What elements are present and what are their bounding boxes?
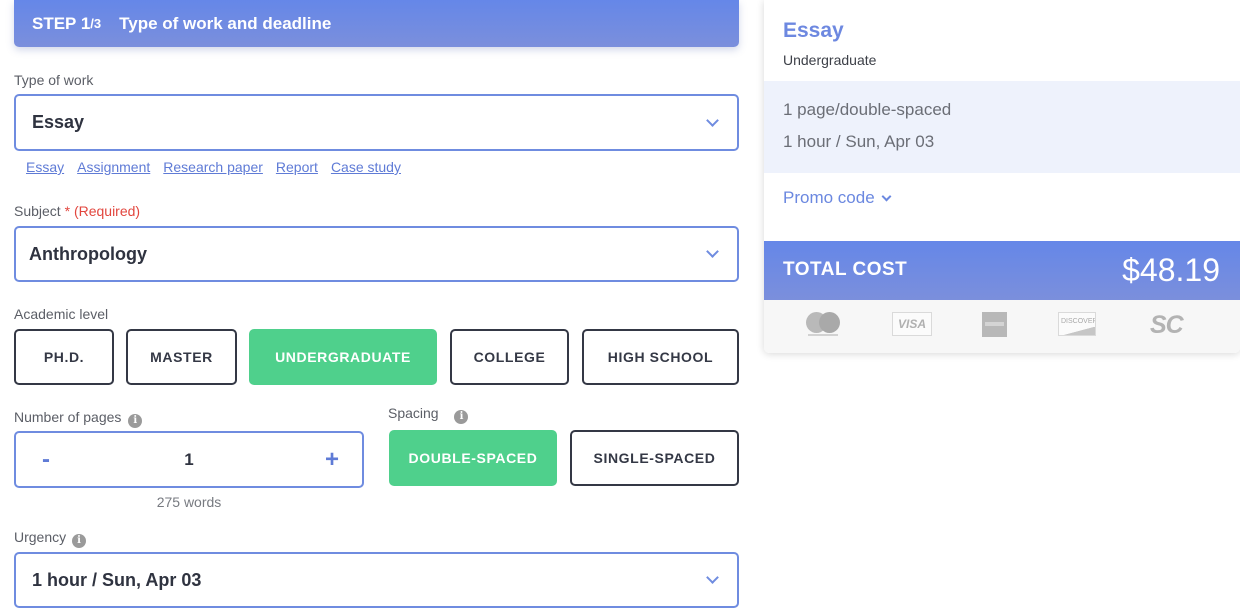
subject-label: Subject * (Required) [14, 203, 140, 219]
summary-details: 1 page/double-spaced 1 hour / Sun, Apr 0… [764, 81, 1240, 173]
quick-link-research-paper[interactable]: Research paper [163, 159, 263, 175]
quick-link-report[interactable]: Report [276, 159, 318, 175]
word-count: 275 words [156, 494, 222, 510]
info-icon[interactable]: i [128, 414, 143, 428]
level-college-button[interactable]: COLLEGE [450, 329, 569, 385]
mastercard-icon [806, 312, 840, 340]
amex-icon [982, 312, 1007, 337]
total-cost-bar: TOTAL COST $48.19 [764, 241, 1240, 300]
promo-code-toggle[interactable]: Promo code [783, 188, 892, 208]
spacing-double-button[interactable]: DOUBLE-SPACED [389, 430, 557, 486]
subject-select[interactable]: Anthropology [14, 226, 739, 282]
visa-icon: VISA [892, 312, 932, 336]
quick-link-case-study[interactable]: Case study [331, 159, 401, 175]
order-page: STEP 1 /3 Type of work and deadline Type… [0, 0, 1240, 613]
urgency-label-text: Urgency [14, 529, 67, 545]
subject-label-text: Subject [14, 203, 61, 219]
spacing-label: Spacing i [388, 405, 469, 424]
type-of-work-label: Type of work [14, 72, 94, 88]
urgency-value: 1 hour / Sun, Apr 03 [32, 569, 202, 590]
total-cost-label: TOTAL COST [783, 259, 908, 280]
discover-icon: DISCOVER [1058, 312, 1096, 336]
required-asterisk: * [64, 203, 71, 219]
info-icon[interactable]: i [72, 534, 87, 548]
info-icon[interactable]: i [454, 410, 469, 424]
chevron-down-icon [706, 571, 719, 584]
chevron-down-icon [706, 113, 719, 127]
summary-pages: 1 page/double-spaced [783, 100, 952, 119]
payment-methods: VISA DISCOVER SC [764, 300, 1240, 353]
spacing-single-button[interactable]: SINGLE-SPACED [570, 430, 739, 486]
level-master-button[interactable]: MASTER [126, 329, 237, 385]
quick-link-assignment[interactable]: Assignment [77, 159, 150, 175]
urgency-select[interactable]: 1 hour / Sun, Apr 03 [14, 552, 739, 608]
required-text: (Required) [73, 203, 141, 219]
promo-code-label: Promo code [783, 188, 875, 207]
subject-value: Anthropology [29, 243, 147, 264]
pages-count[interactable]: 1 [76, 433, 302, 486]
step-title: Type of work and deadline [119, 13, 332, 33]
step-fraction: /3 [90, 16, 102, 31]
level-undergraduate-button[interactable]: UNDERGRADUATE [249, 329, 437, 385]
summary-title: Essay [783, 19, 844, 42]
sc-icon: SC [1150, 311, 1184, 339]
summary-deadline: 1 hour / Sun, Apr 03 [783, 132, 935, 151]
decrease-pages-button[interactable]: - [16, 433, 76, 486]
level-high-school-button[interactable]: HIGH SCHOOL [582, 329, 739, 385]
pages-label: Number of pages i [14, 409, 143, 428]
order-summary: Essay Undergraduate 1 page/double-spaced… [764, 0, 1240, 353]
pages-stepper: - 1 + [14, 431, 364, 488]
step-header: STEP 1 /3 Type of work and deadline [14, 0, 739, 47]
increase-pages-button[interactable]: + [302, 433, 362, 486]
type-of-work-select[interactable]: Essay [14, 94, 739, 151]
summary-level: Undergraduate [783, 52, 877, 68]
academic-level-label: Academic level [14, 306, 109, 322]
urgency-label: Urgency i [14, 529, 87, 548]
total-cost-price: $48.19 [1122, 252, 1220, 288]
type-of-work-value: Essay [32, 112, 85, 132]
step-number: STEP 1 [32, 13, 91, 33]
level-phd-button[interactable]: PH.D. [14, 329, 114, 385]
chevron-down-icon [881, 191, 892, 201]
type-of-work-quick-links: Essay Assignment Research paper Report C… [26, 159, 401, 175]
pages-label-text: Number of pages [14, 409, 122, 425]
chevron-down-icon [706, 245, 719, 258]
quick-link-essay[interactable]: Essay [26, 159, 64, 175]
spacing-label-text: Spacing [388, 405, 439, 421]
